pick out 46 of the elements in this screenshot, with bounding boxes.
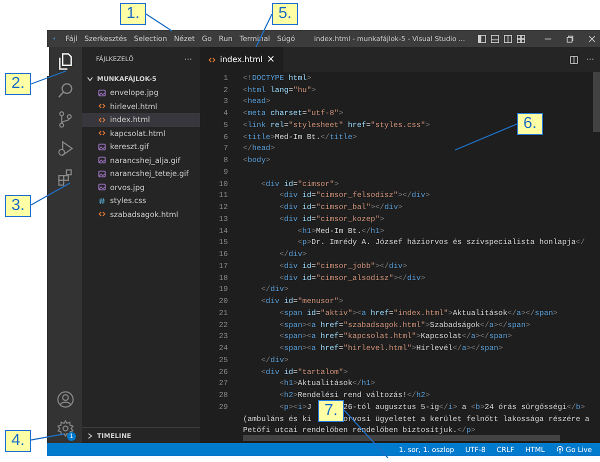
callout-label: 3. (5, 195, 31, 217)
horizontal-scrollbar[interactable] (243, 435, 560, 441)
chevron-icon (86, 75, 94, 83)
code-file-icon (208, 56, 216, 64)
leader-line (30, 433, 64, 441)
account-icon[interactable] (56, 390, 75, 409)
broadcast-icon (556, 446, 564, 454)
restore-icon[interactable] (566, 34, 574, 42)
split-editor-icon[interactable] (570, 56, 578, 64)
files-icon (56, 52, 75, 71)
sidebar-layout-icon[interactable] (478, 34, 486, 42)
tab-close-button[interactable]: × (266, 54, 276, 65)
leader-line (146, 14, 172, 32)
hash-file-icon (98, 196, 106, 205)
image-file-icon (98, 156, 106, 164)
callout-label: 4. (5, 430, 31, 452)
vertical-scrollbar[interactable] (593, 72, 600, 132)
code-file-icon (98, 129, 106, 138)
image-file-icon (98, 142, 106, 151)
branch-icon (56, 110, 75, 129)
settings-icon[interactable] (56, 419, 75, 438)
code-file-icon (98, 102, 106, 110)
panel-layout-icon[interactable] (491, 34, 499, 42)
run-debug-icon (56, 139, 75, 158)
image-file-icon (98, 88, 106, 97)
close-icon[interactable] (588, 34, 596, 42)
chevron-icon (86, 432, 94, 440)
image-file-icon (98, 170, 106, 178)
callout-label: 2. (5, 73, 31, 95)
image-file-icon (98, 183, 106, 192)
leader-line (30, 182, 70, 206)
more-actions-button[interactable]: ··· (586, 55, 594, 64)
callout-label: 5. (272, 3, 298, 25)
search-icon (56, 81, 75, 100)
code-file-icon (98, 116, 106, 124)
code-file-icon (98, 210, 106, 218)
more-actions-button[interactable]: ··· (184, 55, 192, 64)
grid-layout-icon[interactable] (517, 34, 525, 42)
callout-label: 6. (517, 113, 543, 135)
callout-label: 7. (318, 400, 344, 422)
extensions-icon (56, 168, 75, 187)
leader-line (454, 123, 518, 151)
leader-line (30, 70, 66, 85)
callout-label: 1. (120, 3, 146, 25)
split-layout-icon[interactable] (504, 34, 512, 42)
editor-tab[interactable]: index.html × (200, 47, 284, 72)
